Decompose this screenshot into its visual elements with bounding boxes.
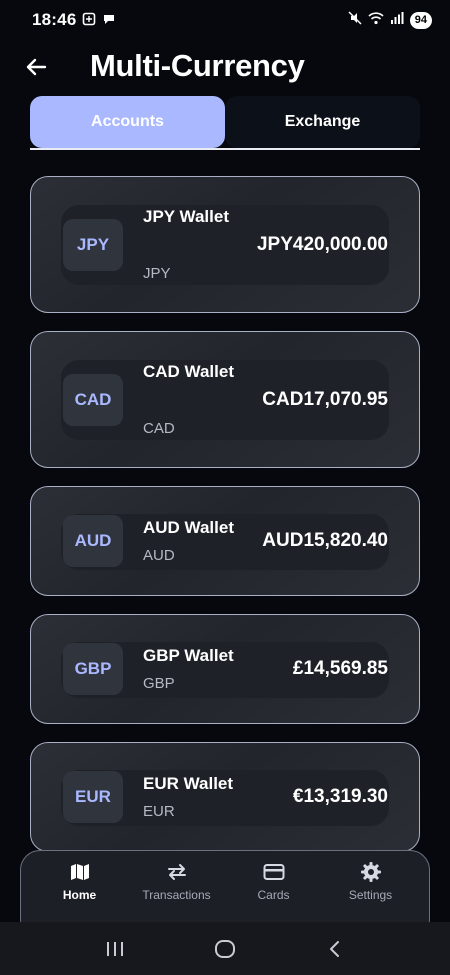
wallet-code: CAD (143, 420, 175, 437)
status-left: 18:46 (32, 10, 116, 30)
wallet-code: JPY (143, 265, 171, 282)
wallet-balance: £14,569.85 (292, 658, 388, 679)
currency-code-badge: CAD (63, 374, 123, 426)
status-right: 94 (348, 10, 432, 30)
card-icon (263, 861, 285, 883)
map-icon (69, 861, 91, 883)
signal-icon (390, 11, 404, 30)
wallet-name: CAD Wallet (143, 362, 234, 381)
wallet-balance: CAD17,070.95 (262, 389, 388, 410)
status-bar: 18:46 94 (0, 0, 450, 40)
mute-icon (348, 10, 362, 30)
status-time: 18:46 (32, 10, 77, 29)
nav-label: Transactions (142, 888, 211, 902)
account-card-gbp[interactable]: GBP GBP Wallet GBP £14,569.85 (30, 614, 420, 724)
currency-code-badge: EUR (63, 771, 123, 823)
header: Multi-Currency (0, 44, 450, 90)
screenshot-icon (82, 12, 96, 29)
battery-badge: 94 (409, 11, 432, 29)
wallet-name: EUR Wallet (143, 774, 234, 793)
wallet-name: GBP Wallet (143, 646, 234, 665)
currency-code-badge: JPY (63, 219, 123, 271)
wifi-icon (368, 11, 384, 30)
page-title: Multi-Currency (90, 48, 305, 83)
tab-bar: Accounts Exchange (30, 96, 420, 150)
account-card-cad[interactable]: CAD CAD Wallet CAD CAD17,070.95 (30, 331, 420, 468)
wallet-code: GBP (143, 675, 175, 692)
wallet-balance: €13,319.30 (292, 786, 388, 807)
home-button-icon[interactable] (205, 934, 245, 964)
wallet-name: AUD Wallet (143, 518, 234, 537)
account-card-jpy[interactable]: JPY JPY Wallet JPY JPY420,000.00 (30, 176, 420, 313)
account-card-aud[interactable]: AUD AUD Wallet AUD AUD15,820.40 (30, 486, 420, 596)
wallet-balance: JPY420,000.00 (256, 234, 388, 255)
chat-bubble-icon (102, 12, 116, 29)
wallet-code: EUR (143, 803, 175, 820)
nav-label: Home (62, 888, 97, 902)
gear-icon (360, 861, 382, 883)
tab-accounts[interactable]: Accounts (30, 96, 225, 148)
nav-label: Cards (257, 888, 290, 902)
wallet-name: JPY Wallet (143, 207, 229, 226)
back-chevron-icon[interactable] (315, 934, 355, 964)
currency-code-badge: GBP (63, 643, 123, 695)
wallet-balance: AUD15,820.40 (262, 530, 388, 551)
system-nav-bar (0, 922, 450, 975)
back-arrow-icon[interactable] (22, 53, 50, 81)
recents-icon[interactable] (95, 934, 135, 964)
swap-icon (166, 861, 188, 883)
tab-exchange[interactable]: Exchange (225, 96, 420, 148)
account-card-eur[interactable]: EUR EUR Wallet EUR €13,319.30 (30, 742, 420, 852)
nav-label: Settings (348, 888, 393, 902)
wallet-code: AUD (143, 547, 175, 564)
currency-code-badge: AUD (63, 515, 123, 567)
